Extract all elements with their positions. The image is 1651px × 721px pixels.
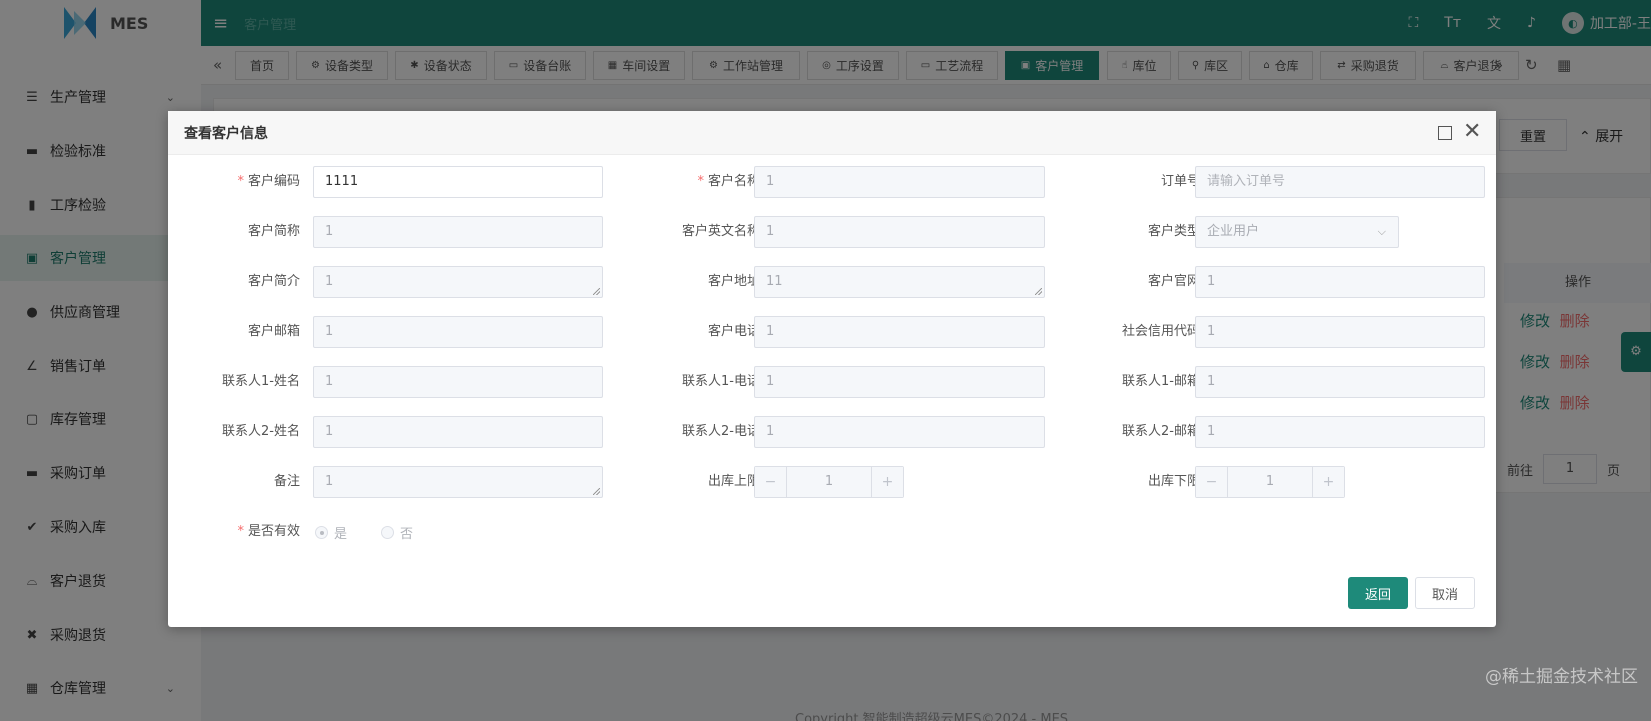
maximize-icon[interactable]: [1438, 126, 1452, 140]
plus-icon[interactable]: +: [1312, 467, 1344, 497]
order-no-label: 订单号: [1160, 174, 1200, 189]
out-lower-value: 1: [1265, 474, 1275, 489]
short-name-input[interactable]: 1: [313, 216, 603, 248]
radio-unchecked-icon: [381, 525, 394, 539]
order-no-input[interactable]: 请输入订单号: [1195, 166, 1485, 198]
intro-label: 客户简介: [247, 274, 300, 289]
credit-code-label: 社会信用代码: [1121, 324, 1200, 339]
plus-icon[interactable]: +: [871, 467, 903, 497]
customer-name-label: * 客户名称: [697, 174, 760, 189]
website-label: 客户官网: [1147, 274, 1200, 289]
address-label: 客户地址: [707, 274, 760, 289]
contact2-phone-input[interactable]: 1: [754, 416, 1045, 448]
radio-checked-icon: [315, 525, 328, 539]
radio-no-label: 否: [400, 526, 414, 542]
watermark: @稀土掘金技术社区: [1485, 667, 1638, 687]
customer-type-label: 客户类型: [1147, 224, 1200, 239]
english-name-label: 客户英文名称: [681, 224, 760, 239]
contact2-name-label: 联系人2-姓名: [222, 424, 300, 439]
contact1-email-label: 联系人1-邮箱: [1122, 374, 1200, 389]
english-name-input[interactable]: 1: [754, 216, 1045, 248]
out-upper-stepper[interactable]: − 1 +: [754, 466, 904, 498]
credit-code-input[interactable]: 1: [1195, 316, 1485, 348]
cancel-button[interactable]: 取消: [1415, 577, 1475, 609]
customer-type-value: 企业用户: [1207, 224, 1260, 239]
address-textarea[interactable]: 11: [754, 266, 1045, 298]
close-icon[interactable]: ✕: [1463, 119, 1481, 145]
out-lower-label: 出库下限: [1147, 474, 1200, 489]
website-input[interactable]: 1: [1195, 266, 1485, 298]
email-label: 客户邮箱: [247, 324, 300, 339]
contact1-email-input[interactable]: 1: [1195, 366, 1485, 398]
contact1-phone-label: 联系人1-电话: [682, 374, 760, 389]
contact2-name-input[interactable]: 1: [313, 416, 603, 448]
out-upper-value: 1: [824, 474, 834, 489]
contact2-email-input[interactable]: 1: [1195, 416, 1485, 448]
short-name-label: 客户简称: [247, 224, 300, 239]
out-lower-stepper[interactable]: − 1 +: [1195, 466, 1345, 498]
chevron-down-icon: ⌵: [1377, 225, 1386, 238]
out-upper-label: 出库上限: [707, 474, 760, 489]
customer-code-label: * 客户编码: [237, 174, 300, 189]
minus-icon[interactable]: −: [755, 467, 787, 497]
contact1-name-label: 联系人1-姓名: [222, 374, 300, 389]
dialog-title: 查看客户信息: [168, 111, 1496, 155]
radio-yes-label: 是: [334, 526, 348, 542]
customer-name-input[interactable]: 1: [754, 166, 1045, 198]
customer-code-input[interactable]: 1111: [313, 166, 603, 198]
valid-radio-no[interactable]: 否: [381, 516, 413, 548]
remark-textarea[interactable]: 1: [313, 466, 603, 498]
back-button[interactable]: 返回: [1348, 577, 1408, 609]
phone-label: 客户电话: [707, 324, 760, 339]
contact1-phone-input[interactable]: 1: [754, 366, 1045, 398]
intro-textarea[interactable]: 1: [313, 266, 603, 298]
valid-radio-yes[interactable]: 是: [315, 516, 347, 548]
remark-label: 备注: [273, 474, 300, 489]
email-input[interactable]: 1: [313, 316, 603, 348]
contact1-name-input[interactable]: 1: [313, 366, 603, 398]
contact2-email-label: 联系人2-邮箱: [1122, 424, 1200, 439]
contact2-phone-label: 联系人2-电话: [682, 424, 760, 439]
valid-label: * 是否有效: [237, 524, 300, 539]
view-customer-dialog: 查看客户信息 ✕ * 客户编码 1111 * 客户名称 1 订单号 请输入订单号 客…: [168, 111, 1496, 627]
customer-type-select[interactable]: 企业用户 ⌵: [1195, 216, 1399, 248]
minus-icon[interactable]: −: [1196, 467, 1228, 497]
phone-input[interactable]: 1: [754, 316, 1045, 348]
